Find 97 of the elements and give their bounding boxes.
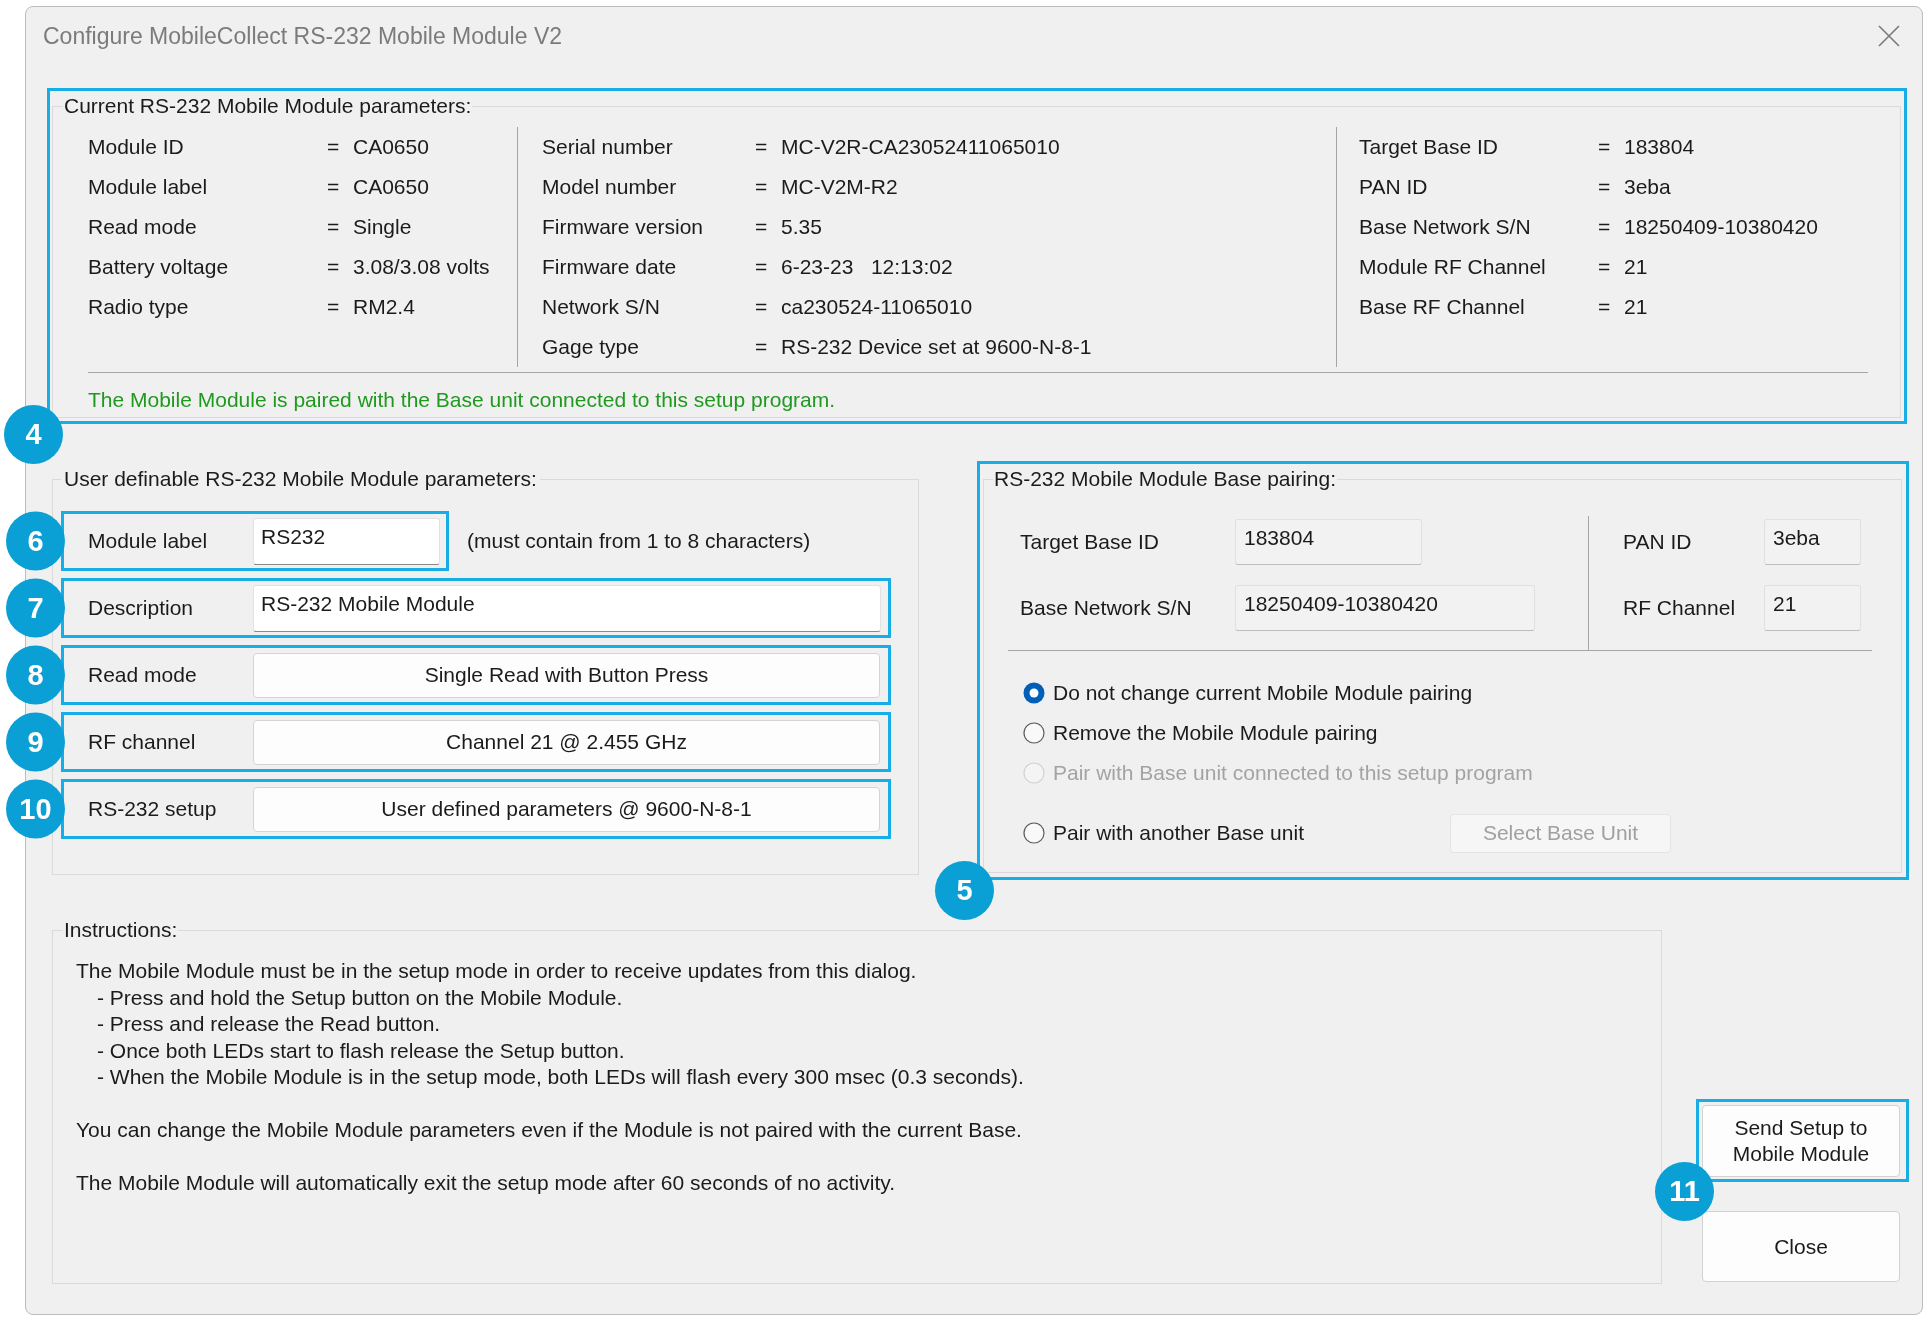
field-label: PAN ID: [1623, 529, 1693, 556]
equals-sign: =: [327, 134, 341, 161]
parameter-value: 18250409-10380420: [1624, 214, 1818, 241]
parameter-value: 183804: [1624, 134, 1695, 161]
field-label: Description: [88, 595, 195, 622]
radio-icon[interactable]: [1023, 822, 1045, 844]
parameter-label: Module RF Channel: [1359, 254, 1547, 281]
instruction-text: The Mobile Module will automatically exit the setup mode after 60 seconds of no activity.: [76, 1170, 897, 1196]
equals-sign: =: [755, 254, 769, 281]
equals-sign: =: [1598, 294, 1612, 321]
radio-option[interactable]: Do not change current Mobile Module pairing: [1023, 677, 1473, 709]
callout-number: 6: [6, 511, 65, 571]
hint-text: (must contain from 1 to 8 characters): [467, 528, 811, 555]
window-title: Configure MobileCollect RS-232 Mobile Module V2: [43, 21, 563, 51]
parameter-value: 3eba: [1624, 174, 1671, 201]
equals-sign: =: [1598, 134, 1612, 161]
dialog-button[interactable]: Send Setup to Mobile Module: [1702, 1105, 1900, 1177]
parameter-label: Read mode: [88, 214, 198, 241]
field-label: Read mode: [88, 662, 198, 689]
instruction-text: The Mobile Module must be in the setup mode in order to receive updates from this dialog.: [76, 958, 918, 984]
parameter-value: CA0650: [353, 174, 429, 201]
parameter-value: RM2.4: [353, 294, 415, 321]
parameter-value: MC-V2M-R2: [781, 174, 898, 201]
parameter-label: Base RF Channel: [1359, 294, 1526, 321]
parameter-label: Serial number: [542, 134, 674, 161]
parameter-value: MC-V2R-CA23052411065010: [781, 134, 1060, 161]
callout-number: 8: [6, 645, 65, 705]
instruction-step: - When the Mobile Module is in the setup mode, both LEDs will flash every 300 msec (0.3 seconds).: [76, 1064, 1661, 1091]
parameter-value: 21: [1624, 294, 1648, 321]
parameter-value: 5.35: [781, 214, 822, 241]
instruction-step: - Press and release the Read button.: [76, 1011, 1661, 1038]
callout-number: 5: [935, 861, 994, 920]
parameter-value: Single: [353, 214, 412, 241]
field-label: RF Channel: [1623, 595, 1737, 622]
parameter-value: 6-23-23 12:13:02: [781, 254, 953, 281]
readonly-field: 18250409-10380420: [1235, 585, 1535, 631]
radio-icon[interactable]: [1023, 682, 1045, 704]
parameter-value: 3.08/3.08 volts: [353, 254, 490, 281]
equals-sign: =: [327, 294, 341, 321]
radio-icon[interactable]: [1023, 722, 1045, 744]
field-label: Target Base ID: [1020, 529, 1160, 556]
readonly-field: 21: [1764, 585, 1861, 631]
text-input[interactable]: RS232: [253, 517, 440, 565]
group-title: Current RS-232 Mobile Module parameters:: [63, 93, 473, 119]
callout-number: 9: [6, 712, 65, 772]
dropdown-button[interactable]: Channel 21 @ 2.455 GHz: [253, 719, 880, 765]
parameter-label: Module ID: [88, 134, 185, 161]
equals-sign: =: [327, 174, 341, 201]
readonly-field: 183804: [1235, 519, 1422, 565]
parameter-label: Gage type: [542, 334, 640, 361]
parameter-label: Firmware date: [542, 254, 678, 281]
callout-number: 7: [6, 578, 65, 638]
parameter-label: Battery voltage: [88, 254, 230, 281]
radio-option[interactable]: Pair with another Base unit: [1023, 817, 1450, 849]
instruction-step: - Press and hold the Setup button on the Mobile Module.: [76, 984, 1661, 1011]
parameter-value: RS-232 Device set at 9600-N-8-1: [781, 334, 1092, 361]
parameter-label: Network S/N: [542, 294, 661, 321]
parameter-value: 21: [1624, 254, 1648, 281]
dropdown-button[interactable]: Single Read with Button Press: [253, 652, 880, 698]
field-label: Module label: [88, 528, 209, 555]
parameter-label: PAN ID: [1359, 174, 1429, 201]
parameter-value: CA0650: [353, 134, 429, 161]
text-input[interactable]: RS-232 Mobile Module: [253, 584, 881, 632]
parameter-label: Base Network S/N: [1359, 214, 1532, 241]
dialog-button[interactable]: Close: [1702, 1211, 1900, 1282]
equals-sign: =: [1598, 174, 1612, 201]
equals-sign: =: [755, 294, 769, 321]
equals-sign: =: [327, 254, 341, 281]
field-label: RS-232 setup: [88, 796, 218, 823]
parameter-label: Target Base ID: [1359, 134, 1499, 161]
equals-sign: =: [327, 214, 341, 241]
equals-sign: =: [1598, 214, 1612, 241]
callout-number: 4: [4, 405, 63, 464]
callout-number: 10: [6, 779, 65, 839]
field-label: RF channel: [88, 729, 197, 756]
group-title: RS-232 Mobile Module Base pairing:: [993, 466, 1338, 492]
equals-sign: =: [755, 174, 769, 201]
group-title: Instructions:: [63, 917, 179, 943]
equals-sign: =: [755, 214, 769, 241]
close-icon[interactable]: [1878, 25, 1900, 47]
dropdown-button[interactable]: User defined parameters @ 9600-N-8-1: [253, 786, 880, 832]
equals-sign: =: [755, 334, 769, 361]
parameter-label: Module label: [88, 174, 209, 201]
parameter-label: Firmware version: [542, 214, 705, 241]
instruction-text: You can change the Mobile Module parameters even if the Module is not paired with the current Base.: [76, 1117, 1023, 1143]
callout-number: 11: [1655, 1162, 1714, 1221]
equals-sign: =: [1598, 254, 1612, 281]
parameter-label: Model number: [542, 174, 678, 201]
radio-option[interactable]: Remove the Mobile Module pairing: [1023, 717, 1378, 749]
group-title: User definable RS-232 Mobile Module parameters:: [63, 466, 538, 492]
parameter-label: Radio type: [88, 294, 190, 321]
equals-sign: =: [755, 134, 769, 161]
parameter-value: ca230524-11065010: [781, 294, 973, 321]
instruction-step: - Once both LEDs start to flash release the Setup button.: [76, 1037, 1661, 1064]
readonly-field: 3eba: [1764, 519, 1861, 565]
status-message: The Mobile Module is paired with the Base unit connected to this setup program.: [88, 387, 837, 413]
field-label: Base Network S/N: [1020, 595, 1193, 622]
